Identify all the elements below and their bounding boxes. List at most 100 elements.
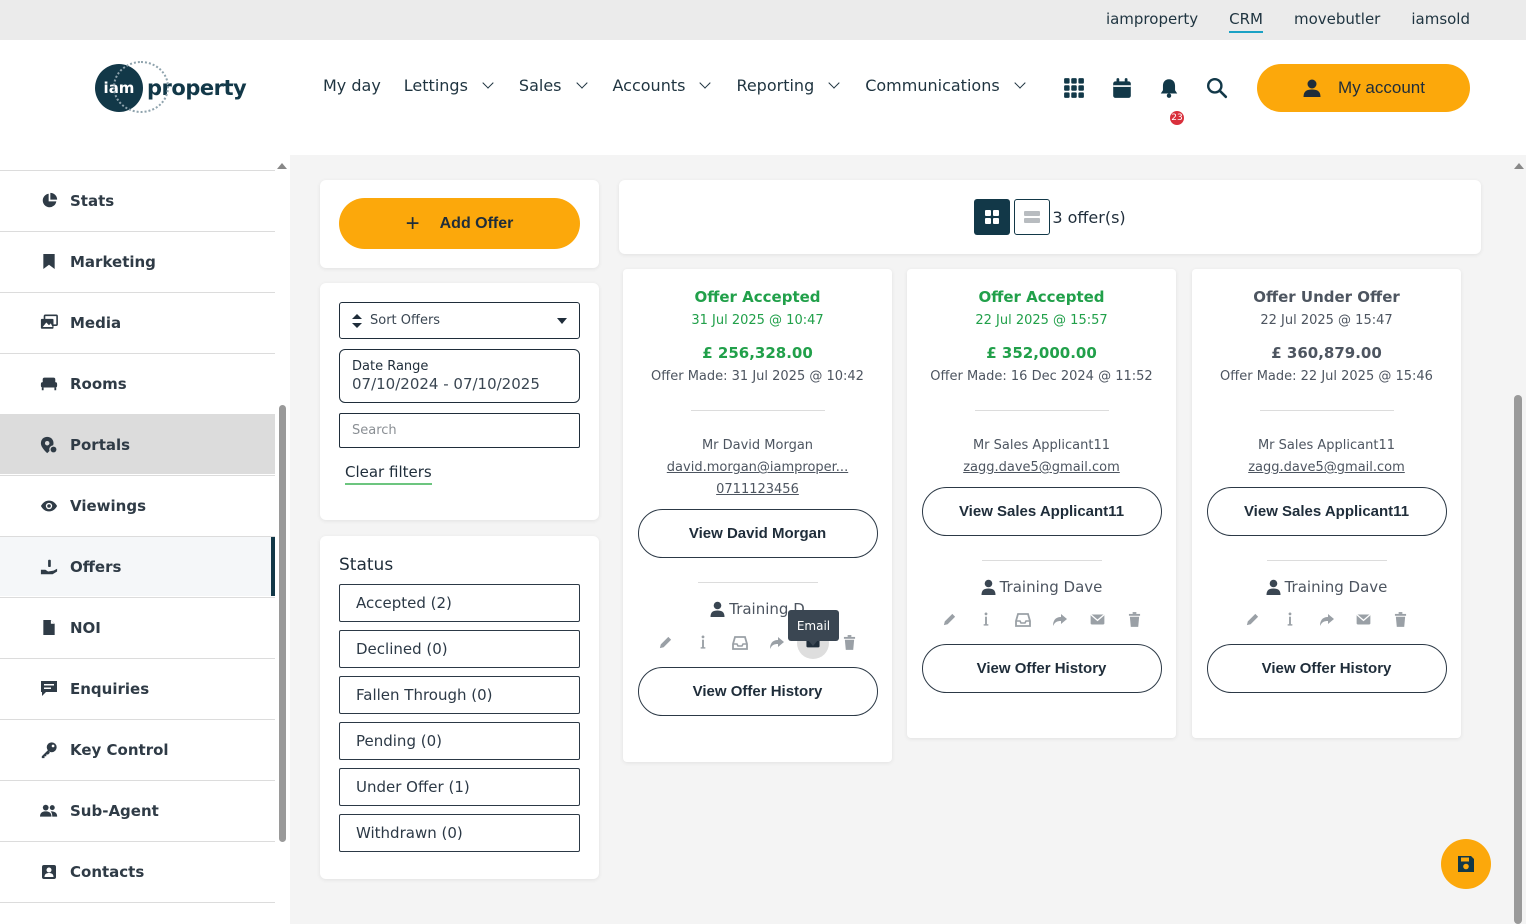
sidebar-item-label: Rooms: [70, 374, 127, 393]
sidebar-item-label: NOI: [70, 618, 101, 637]
sort-icon: [352, 313, 362, 328]
sidebar-scroll-up-arrow[interactable]: [277, 163, 287, 169]
comment-icon: [40, 680, 58, 698]
product-link-iamproperty[interactable]: iamproperty: [1106, 10, 1198, 33]
status-filter-pending[interactable]: Pending (0): [339, 722, 580, 760]
top-strip: iamproperty CRM movebutler iamsold: [0, 0, 1526, 40]
sidebar-item-key-control[interactable]: Key Control: [0, 719, 275, 779]
applicant-email-link[interactable]: david.morgan@iamproper...: [623, 460, 892, 475]
couch-icon: [40, 375, 58, 393]
divider: [1266, 560, 1387, 561]
nav-my-day[interactable]: My day: [323, 76, 381, 95]
bell-icon[interactable]: [1158, 77, 1180, 99]
email-tooltip: Email: [788, 610, 839, 646]
divider: [1259, 410, 1394, 411]
date-range-value: 07/10/2024 - 07/10/2025: [352, 375, 540, 393]
edit-icon[interactable]: [1242, 609, 1263, 630]
search-icon[interactable]: [1206, 77, 1228, 99]
trash-icon[interactable]: [839, 632, 860, 653]
applicant-email-link[interactable]: zagg.dave5@gmail.com: [1192, 460, 1461, 475]
product-link-crm[interactable]: CRM: [1229, 10, 1263, 33]
add-offer-button[interactable]: + Add Offer: [339, 198, 580, 249]
sidebar-item-portals[interactable]: Portals: [0, 414, 275, 474]
grid-view-button[interactable]: [974, 199, 1011, 235]
status-filter-declined[interactable]: Declined (0): [339, 630, 580, 668]
view-offer-history-button[interactable]: View Offer History: [637, 667, 878, 716]
calendar-icon[interactable]: [1111, 77, 1133, 99]
sidebar-item-viewings[interactable]: Viewings: [0, 475, 275, 535]
share-icon[interactable]: [1050, 609, 1071, 630]
view-offer-history-button[interactable]: View Offer History: [921, 644, 1162, 693]
status-filter-under-offer[interactable]: Under Offer (1): [339, 768, 580, 806]
product-link-iamsold[interactable]: iamsold: [1411, 10, 1470, 33]
trash-icon[interactable]: [1124, 609, 1145, 630]
pie-chart-icon: [40, 192, 58, 210]
search-input[interactable]: [339, 413, 580, 448]
apps-grid-icon[interactable]: [1063, 77, 1085, 99]
photos-icon: [40, 314, 58, 332]
sidebar-item-rooms[interactable]: Rooms: [0, 353, 275, 413]
sidebar-item-media[interactable]: Media: [0, 292, 275, 352]
product-link-movebutler[interactable]: movebutler: [1294, 10, 1380, 33]
offer-made-date: Offer Made: 22 Jul 2025 @ 15:46: [1220, 369, 1433, 384]
inbox-icon[interactable]: [1013, 609, 1034, 630]
iamproperty-logo[interactable]: iam property: [95, 61, 247, 113]
nav-label: My day: [323, 76, 381, 95]
info-icon[interactable]: [976, 609, 997, 630]
offer-count: 3 offer(s): [1052, 207, 1126, 227]
list-view-button[interactable]: [1014, 199, 1051, 235]
info-icon[interactable]: [1279, 609, 1300, 630]
nav-reporting[interactable]: Reporting: [736, 76, 842, 95]
sidebar-item-next[interactable]: [0, 902, 275, 924]
plus-icon: +: [405, 209, 420, 237]
user-icon: [1303, 79, 1321, 97]
email-icon[interactable]: [1353, 609, 1374, 630]
view-applicant-button[interactable]: View Sales Applicant11: [921, 487, 1162, 536]
floppy-disk-icon: [1458, 856, 1474, 872]
my-account-button[interactable]: My account: [1257, 64, 1470, 112]
nav-sales[interactable]: Sales: [519, 76, 590, 95]
share-icon[interactable]: [1316, 609, 1337, 630]
nav-lettings[interactable]: Lettings: [404, 76, 496, 95]
main-scrollbar[interactable]: [1514, 395, 1522, 924]
save-button[interactable]: [1441, 839, 1491, 889]
view-applicant-button[interactable]: View Sales Applicant11: [1206, 487, 1447, 536]
status-filter-fallen-through[interactable]: Fallen Through (0): [339, 676, 580, 714]
sidebar-item-offers[interactable]: Offers: [0, 536, 275, 596]
share-icon[interactable]: [766, 632, 787, 653]
date-range-field[interactable]: Date Range 07/10/2024 - 07/10/2025: [339, 349, 580, 403]
view-offer-history-button[interactable]: View Offer History: [1206, 644, 1447, 693]
divider: [690, 410, 825, 411]
applicant-email-link[interactable]: zagg.dave5@gmail.com: [907, 460, 1176, 475]
offer-amount: £ 360,879.00: [1271, 344, 1382, 362]
edit-icon[interactable]: [655, 632, 676, 653]
clear-filters-link[interactable]: Clear filters: [345, 463, 432, 485]
info-icon[interactable]: [692, 632, 713, 653]
sidebar-item-label: Enquiries: [70, 679, 150, 698]
sidebar-scrollbar[interactable]: [279, 405, 286, 842]
file-icon: [40, 619, 58, 637]
applicant-phone-link[interactable]: 0711123456: [623, 482, 892, 497]
status-filter-withdrawn[interactable]: Withdrawn (0): [339, 814, 580, 852]
nav-communications[interactable]: Communications: [865, 76, 1027, 95]
offer-card: Offer Accepted 22 Jul 2025 @ 15:57 £ 352…: [907, 269, 1176, 738]
trash-icon[interactable]: [1390, 609, 1411, 630]
sidebar-item-enquiries[interactable]: Enquiries: [0, 658, 275, 718]
sidebar-item-stats[interactable]: Stats: [0, 170, 275, 230]
sidebar-item-marketing[interactable]: Marketing: [0, 231, 275, 291]
email-icon[interactable]: [1087, 609, 1108, 630]
edit-icon[interactable]: [939, 609, 960, 630]
sidebar-item-sub-agent[interactable]: Sub-Agent: [0, 780, 275, 840]
sidebar-item-contacts[interactable]: Contacts: [0, 841, 275, 901]
status-filter-accepted[interactable]: Accepted (2): [339, 584, 580, 622]
inbox-icon[interactable]: [729, 632, 750, 653]
nav-accounts[interactable]: Accounts: [613, 76, 714, 95]
sidebar-item-noi[interactable]: NOI: [0, 597, 275, 657]
product-switcher: iamproperty CRM movebutler iamsold: [1106, 10, 1470, 33]
offer-status-date: 31 Jul 2025 @ 10:47: [691, 313, 824, 328]
add-offer-panel: + Add Offer: [320, 180, 599, 268]
view-applicant-button[interactable]: View David Morgan: [637, 509, 878, 558]
main-scroll-up-arrow[interactable]: [1514, 163, 1524, 169]
sort-offers-select[interactable]: Sort Offers: [339, 302, 580, 339]
sidebar-item-label: Stats: [70, 191, 115, 210]
